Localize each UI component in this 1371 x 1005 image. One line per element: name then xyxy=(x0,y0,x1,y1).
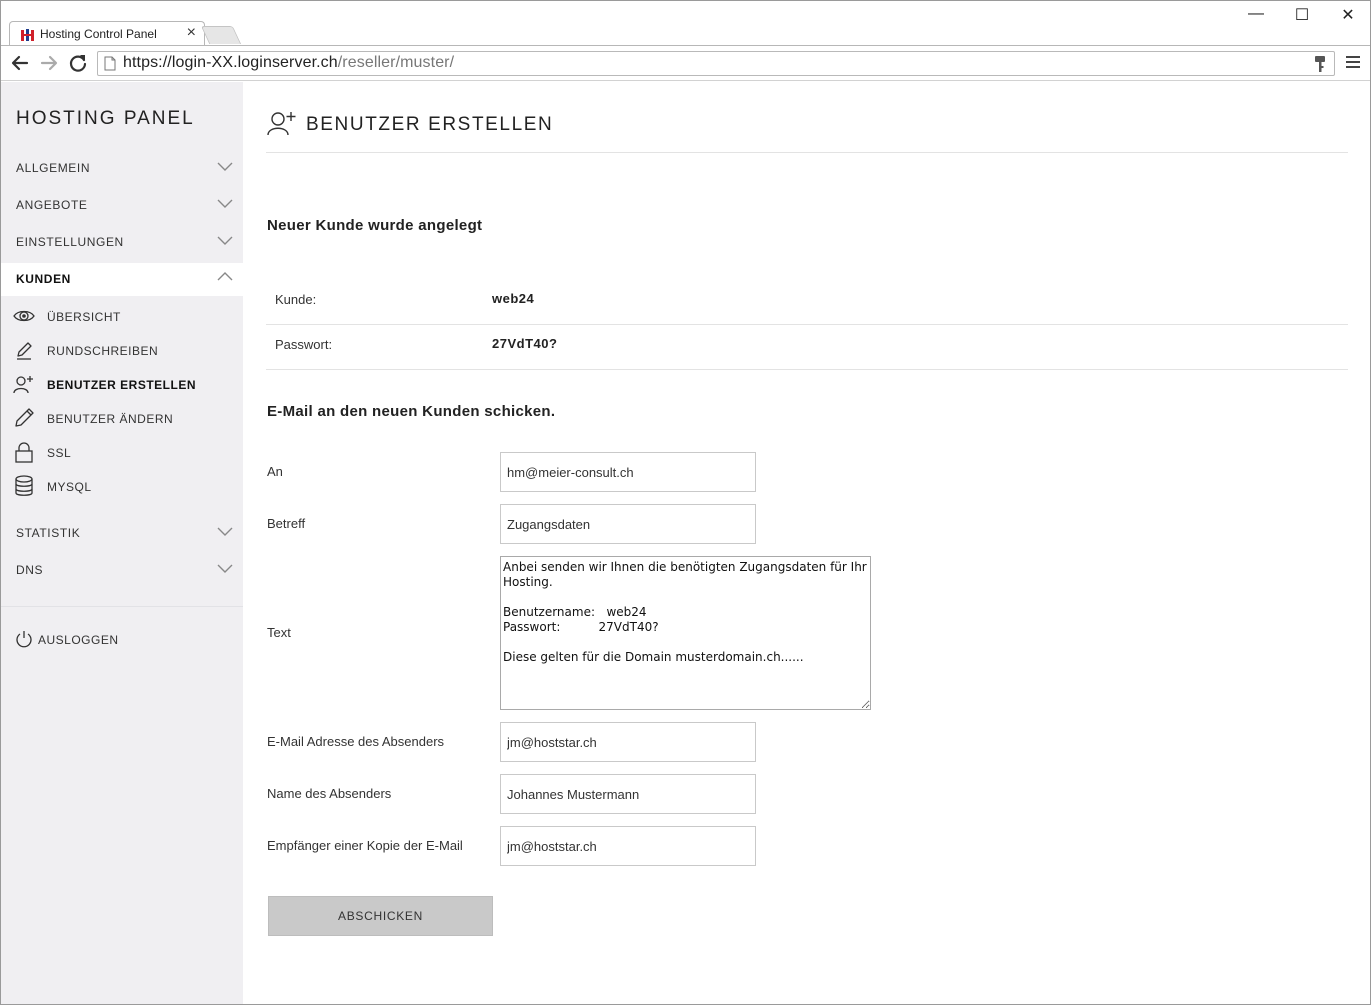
forward-icon[interactable] xyxy=(38,52,60,74)
sidebar-item-einstellungen[interactable]: EINSTELLUNGEN xyxy=(1,226,243,259)
chevron-down-icon xyxy=(217,564,233,573)
sender-name-input[interactable] xyxy=(500,774,756,814)
page-icon xyxy=(104,56,116,71)
divider xyxy=(266,152,1348,153)
sender-email-label: E-Mail Adresse des Absenders xyxy=(267,734,445,749)
sidebar-subitem-label: RUNDSCHREIBEN xyxy=(47,344,159,358)
browser-tab[interactable]: Hosting Control Panel × xyxy=(9,21,205,47)
sidebar-item-angebote[interactable]: ANGEBOTE xyxy=(1,189,243,222)
info-key: Passwort: xyxy=(275,337,333,352)
sender-name-label: Name des Absenders xyxy=(267,786,392,801)
menu-icon[interactable] xyxy=(1346,55,1360,69)
user-plus-icon xyxy=(267,112,296,136)
user-plus-icon xyxy=(13,376,33,394)
brand-title: HOSTING PANEL xyxy=(16,108,195,129)
sidebar-item-kunden[interactable]: KUNDEN xyxy=(1,263,243,296)
text-label: Text xyxy=(267,625,291,640)
logout-label: AUSLOGGEN xyxy=(38,633,119,647)
subject-input[interactable] xyxy=(500,504,756,544)
sidebar-item-label: ALLGEMEIN xyxy=(16,161,91,175)
info-key: Kunde: xyxy=(275,292,317,307)
message-textarea[interactable]: Anbei senden wir Ihnen die benötigten Zu… xyxy=(500,556,871,710)
sidebar-item-label: DNS xyxy=(16,563,44,577)
new-tab-button[interactable] xyxy=(200,26,242,44)
pen-icon xyxy=(17,342,32,360)
divider xyxy=(266,369,1348,370)
favicon-icon xyxy=(20,28,36,42)
submit-button[interactable]: ABSCHICKEN xyxy=(268,896,493,936)
url-host: https://login-XX.loginserver.ch xyxy=(123,54,338,71)
browser-window: Hosting Control Panel × — ☐ ✕ https://lo… xyxy=(0,0,1371,1005)
sidebar-subitem-label: ÜBERSICHT xyxy=(47,310,121,324)
pencil-icon xyxy=(15,408,34,427)
created-heading: Neuer Kunde wurde angelegt xyxy=(267,217,483,234)
sidebar-subitem-benutzer-aendern[interactable]: BENUTZER ÄNDERN xyxy=(1,404,243,434)
email-heading: E-Mail an den neuen Kunden schicken. xyxy=(267,403,556,420)
lock-icon xyxy=(15,442,33,463)
power-icon xyxy=(16,631,32,648)
chevron-up-icon xyxy=(217,272,233,281)
cc-input[interactable] xyxy=(500,826,756,866)
sidebar-item-label: KUNDEN xyxy=(16,272,71,286)
to-input[interactable] xyxy=(500,452,756,492)
main-content: BENUTZER ERSTELLEN Neuer Kunde wurde ang… xyxy=(243,82,1370,1004)
chevron-down-icon xyxy=(217,236,233,245)
database-icon xyxy=(15,475,33,496)
sidebar-divider xyxy=(1,606,243,607)
eye-icon xyxy=(13,310,35,322)
sidebar-subitem-uebersicht[interactable]: ÜBERSICHT xyxy=(1,302,243,332)
address-bar[interactable]: https://login-XX.loginserver.ch/reseller… xyxy=(97,51,1335,76)
to-label: An xyxy=(267,464,283,479)
info-row-passwort: Passwort: 27VdT40? xyxy=(266,324,1348,369)
maximize-button[interactable]: ☐ xyxy=(1279,5,1325,25)
title-bar: Hosting Control Panel × — ☐ ✕ xyxy=(1,1,1371,47)
browser-toolbar: https://login-XX.loginserver.ch/reseller… xyxy=(1,45,1370,81)
sidebar-item-allgemein[interactable]: ALLGEMEIN xyxy=(1,152,243,185)
sidebar: HOSTING PANEL ALLGEMEIN ANGEBOTE EINSTEL… xyxy=(1,82,243,1004)
sidebar-subitem-label: MYSQL xyxy=(47,480,92,494)
sender-email-input[interactable] xyxy=(500,722,756,762)
sidebar-item-statistik[interactable]: STATISTIK xyxy=(1,517,243,550)
close-window-button[interactable]: ✕ xyxy=(1325,5,1371,25)
sidebar-subitem-label: BENUTZER ÄNDERN xyxy=(47,412,174,426)
sidebar-item-dns[interactable]: DNS xyxy=(1,554,243,587)
info-row-kunde: Kunde: web24 xyxy=(266,279,1348,324)
url-text: https://login-XX.loginserver.ch/reseller… xyxy=(123,54,454,72)
page-title: BENUTZER ERSTELLEN xyxy=(306,114,554,135)
cc-label: Empfänger einer Kopie der E-Mail xyxy=(267,838,463,853)
sidebar-subitem-benutzer-erstellen[interactable]: BENUTZER ERSTELLEN xyxy=(1,370,243,400)
info-value: 27VdT40? xyxy=(492,336,558,351)
tab-close-icon[interactable]: × xyxy=(187,24,196,42)
subject-label: Betreff xyxy=(267,516,306,531)
sidebar-item-label: EINSTELLUNGEN xyxy=(16,235,124,249)
back-icon[interactable] xyxy=(9,52,31,74)
chevron-down-icon xyxy=(217,162,233,171)
key-icon[interactable] xyxy=(1314,55,1326,73)
chevron-down-icon xyxy=(217,199,233,208)
sidebar-subitem-ssl[interactable]: SSL xyxy=(1,438,243,468)
chevron-down-icon xyxy=(217,527,233,536)
tab-title: Hosting Control Panel xyxy=(40,27,157,41)
logout-button[interactable]: AUSLOGGEN xyxy=(1,626,243,654)
info-value: web24 xyxy=(492,291,535,306)
sidebar-item-label: ANGEBOTE xyxy=(16,198,88,212)
sidebar-subitem-label: BENUTZER ERSTELLEN xyxy=(47,378,197,392)
reload-icon[interactable] xyxy=(67,52,89,74)
minimize-button[interactable]: — xyxy=(1233,5,1279,23)
sidebar-item-label: STATISTIK xyxy=(16,526,81,540)
sidebar-subitem-rundschreiben[interactable]: RUNDSCHREIBEN xyxy=(1,336,243,366)
sidebar-subitem-mysql[interactable]: MYSQL xyxy=(1,472,243,502)
sidebar-subitem-label: SSL xyxy=(47,446,72,460)
url-path: /reseller/muster/ xyxy=(337,54,455,71)
